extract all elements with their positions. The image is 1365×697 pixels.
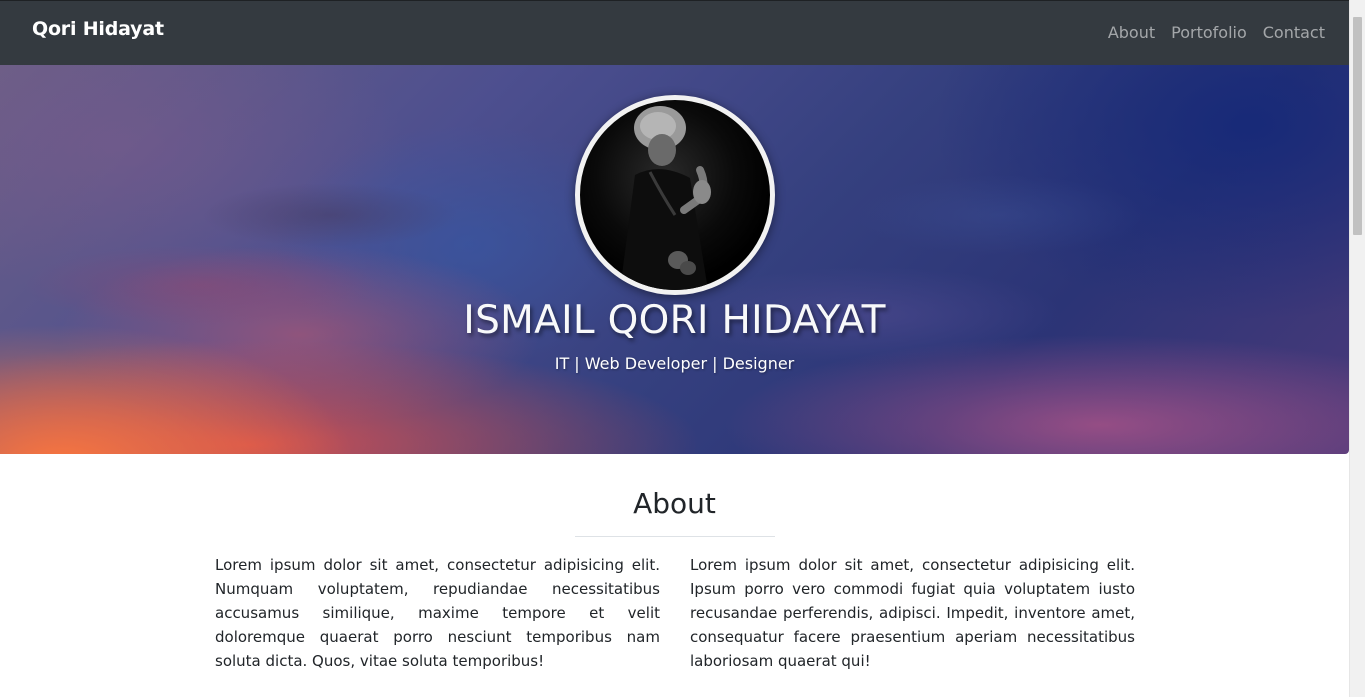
about-paragraph-left: Lorem ipsum dolor sit amet, consectetur …: [215, 556, 660, 670]
hero-name: ISMAIL QORI HIDAYAT: [463, 298, 886, 343]
nav-links: About Portofolio Contact: [1108, 23, 1325, 42]
nav-link-about[interactable]: About: [1108, 23, 1155, 42]
page: Qori Hidayat About Portofolio Contact IS…: [0, 0, 1349, 697]
hero-tagline: IT | Web Developer | Designer: [554, 354, 795, 373]
about-heading: About: [633, 487, 716, 520]
navbar: Qori Hidayat About Portofolio Contact: [0, 0, 1349, 65]
nav-link-contact[interactable]: Contact: [1263, 23, 1325, 42]
about-divider: [575, 536, 775, 537]
vertical-scrollbar[interactable]: [1349, 0, 1365, 697]
about-paragraph-right: Lorem ipsum dolor sit amet, consectetur …: [690, 556, 1135, 670]
nav-link-portofolio[interactable]: Portofolio: [1171, 23, 1247, 42]
brand-link[interactable]: Qori Hidayat: [32, 18, 164, 40]
browser-viewport: Qori Hidayat About Portofolio Contact IS…: [0, 0, 1365, 697]
avatar: [575, 95, 775, 295]
scrollbar-thumb[interactable]: [1353, 17, 1362, 235]
hero-jumbotron: ISMAIL QORI HIDAYAT IT | Web Developer |…: [0, 65, 1349, 454]
profile-photo-icon: [620, 106, 711, 290]
